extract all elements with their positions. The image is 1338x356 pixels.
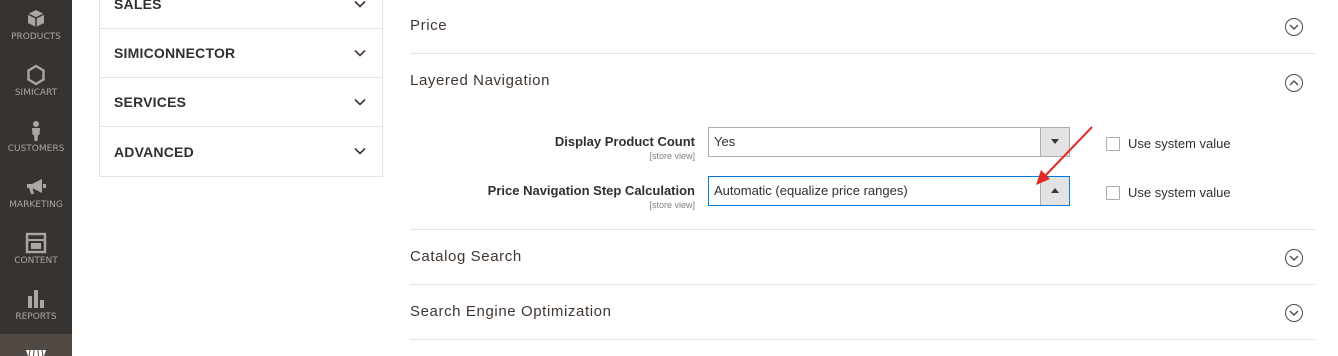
nav-label: SIMICART <box>14 88 58 98</box>
layout-icon <box>25 232 47 254</box>
checkbox-label: Use system value <box>1128 185 1231 200</box>
dropdown-button[interactable] <box>1040 128 1069 156</box>
use-system-value-checkbox[interactable] <box>1106 185 1120 200</box>
chevron-down-icon <box>1289 255 1299 261</box>
chevron-down-icon <box>354 147 366 155</box>
section-price[interactable]: Price <box>410 0 1315 54</box>
nav-label: REPORTS <box>15 312 57 322</box>
expand-toggle-icon[interactable] <box>1285 304 1303 322</box>
nav-item-products[interactable]: PRODUCTS <box>0 8 72 64</box>
display-product-count-label: Display Product Count <box>554 134 695 149</box>
nav-item-marketing[interactable]: MARKETING <box>0 176 72 232</box>
bar-chart-icon <box>28 290 44 308</box>
tab-simiconnector[interactable]: SIMICONNECTOR <box>100 29 382 78</box>
megaphone-icon <box>27 179 46 194</box>
nav-item-content[interactable]: CONTENT <box>0 232 72 288</box>
hexagon-icon <box>27 64 45 86</box>
nav-label: MARKETING <box>9 200 63 210</box>
select-value: Automatic (equalize price ranges) <box>714 183 908 198</box>
nav-label: PRODUCTS <box>11 32 61 42</box>
store-icon <box>26 349 46 356</box>
chevron-down-icon <box>1289 24 1299 30</box>
nav-item-stores[interactable] <box>0 334 72 356</box>
section-title: Search Engine Optimization <box>410 303 612 320</box>
use-system-value-2[interactable]: Use system value <box>1106 185 1231 200</box>
section-search-engine-optimization[interactable]: Search Engine Optimization <box>410 285 1315 340</box>
chevron-down-icon <box>354 98 366 106</box>
section-title: Catalog Search <box>410 248 522 265</box>
cube-icon <box>27 10 45 27</box>
tab-label: ADVANCED <box>114 143 194 160</box>
section-catalog-search[interactable]: Catalog Search <box>410 230 1315 285</box>
caret-up-icon <box>1051 188 1059 193</box>
use-system-value-1[interactable]: Use system value <box>1106 136 1231 151</box>
caret-down-icon <box>1051 139 1059 144</box>
dropdown-button[interactable] <box>1040 177 1069 205</box>
checkbox-label: Use system value <box>1128 136 1231 151</box>
admin-sidebar: PRODUCTS SIMICART CUSTOMERS MARKETING CO… <box>0 0 72 356</box>
chevron-up-icon <box>1289 80 1299 86</box>
price-step-label: Price Navigation Step Calculation <box>487 183 695 198</box>
section-layered-navigation: Layered Navigation Display Product Count… <box>410 54 1315 230</box>
scope-label: [store view] <box>649 151 695 161</box>
price-step-select[interactable]: Automatic (equalize price ranges) <box>708 176 1070 206</box>
collapse-toggle-icon[interactable] <box>1285 74 1303 92</box>
tab-sales[interactable]: SALES <box>100 0 382 29</box>
tab-services[interactable]: SERVICES <box>100 78 382 127</box>
nav-item-customers[interactable]: CUSTOMERS <box>0 120 72 176</box>
section-title: Price <box>410 17 448 34</box>
expand-toggle-icon[interactable] <box>1285 18 1303 36</box>
chevron-down-icon <box>1289 310 1299 316</box>
nav-label: CONTENT <box>14 256 58 266</box>
person-icon <box>32 121 40 141</box>
nav-label: CUSTOMERS <box>7 144 65 154</box>
tab-label: SERVICES <box>114 94 187 110</box>
tab-label: SALES <box>114 0 162 12</box>
section-title[interactable]: Layered Navigation <box>410 72 550 89</box>
select-value: Yes <box>714 134 736 149</box>
tab-advanced[interactable]: ADVANCED <box>100 127 382 176</box>
use-system-value-checkbox[interactable] <box>1106 136 1120 151</box>
config-tabs: SALES SIMICONNECTOR SERVICES ADVANCED <box>99 0 383 177</box>
display-product-count-select[interactable]: Yes <box>708 127 1070 157</box>
tab-label: SIMICONNECTOR <box>114 45 236 61</box>
chevron-down-icon <box>354 49 366 57</box>
chevron-down-icon <box>354 0 366 8</box>
nav-item-simicart[interactable]: SIMICART <box>0 64 72 120</box>
scope-label: [store view] <box>649 200 695 210</box>
expand-toggle-icon[interactable] <box>1285 249 1303 267</box>
